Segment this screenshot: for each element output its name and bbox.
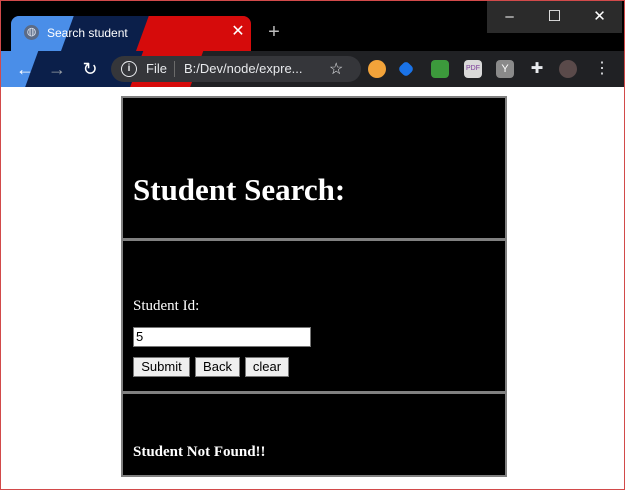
back-button[interactable]: ← (12, 57, 38, 81)
menu-kebab-icon[interactable]: ⋮ (593, 60, 611, 78)
minimize-button[interactable]: – (487, 1, 532, 33)
info-icon[interactable]: i (121, 61, 137, 77)
page-content: Student Search: Student Id: 5 Submit Bac… (1, 88, 624, 489)
student-id-label: Student Id: (133, 298, 200, 314)
search-form-panel: Student Id: 5 Submit Back clear (121, 239, 507, 393)
browser-toolbar: ← → ↻ i File B:/Dev/node/expre... ☆ PDF … (1, 51, 624, 87)
tab-title: Search student (47, 26, 128, 40)
back-button-form[interactable]: Back (195, 357, 240, 377)
header-panel: Student Search: (121, 96, 507, 240)
profile-avatar[interactable] (559, 60, 577, 78)
address-bar[interactable]: i File B:/Dev/node/expre... ☆ (111, 56, 361, 82)
extension-pdf-icon[interactable]: PDF (464, 60, 482, 78)
extensions-puzzle-icon[interactable]: ✚ (528, 60, 546, 78)
maximize-button[interactable]: ☐ (532, 1, 577, 33)
new-tab-button[interactable]: + (263, 21, 285, 43)
scheme-label: File (146, 61, 167, 76)
tab-close-icon[interactable]: ✕ (228, 22, 248, 42)
forward-button[interactable]: → (44, 57, 70, 81)
reload-button[interactable]: ↻ (77, 57, 103, 81)
extension-diamond-icon[interactable] (397, 60, 415, 78)
submit-button[interactable]: Submit (133, 357, 190, 377)
result-panel: Student Not Found!! (121, 392, 507, 477)
browser-window: ◍ Search student ✕ + – ☐ ✕ ← → ↻ i File … (0, 0, 625, 490)
close-window-button[interactable]: ✕ (577, 1, 622, 33)
student-id-input[interactable]: 5 (133, 327, 311, 347)
bookmark-star-icon[interactable]: ☆ (329, 59, 343, 79)
result-message: Student Not Found!! (133, 444, 266, 460)
tab-search-student[interactable]: ◍ Search student ✕ (11, 16, 251, 51)
title-bar: ◍ Search student ✕ + – ☐ ✕ (1, 1, 624, 51)
url-text[interactable]: B:/Dev/node/expre... (184, 61, 303, 76)
address-separator (174, 61, 175, 77)
extension-owl-icon[interactable] (368, 60, 386, 78)
globe-icon: ◍ (24, 25, 39, 40)
page-title: Student Search: (133, 172, 346, 207)
extension-layers-icon[interactable] (431, 60, 449, 78)
clear-button[interactable]: clear (245, 357, 289, 377)
extension-y-icon[interactable]: Y (496, 60, 514, 78)
